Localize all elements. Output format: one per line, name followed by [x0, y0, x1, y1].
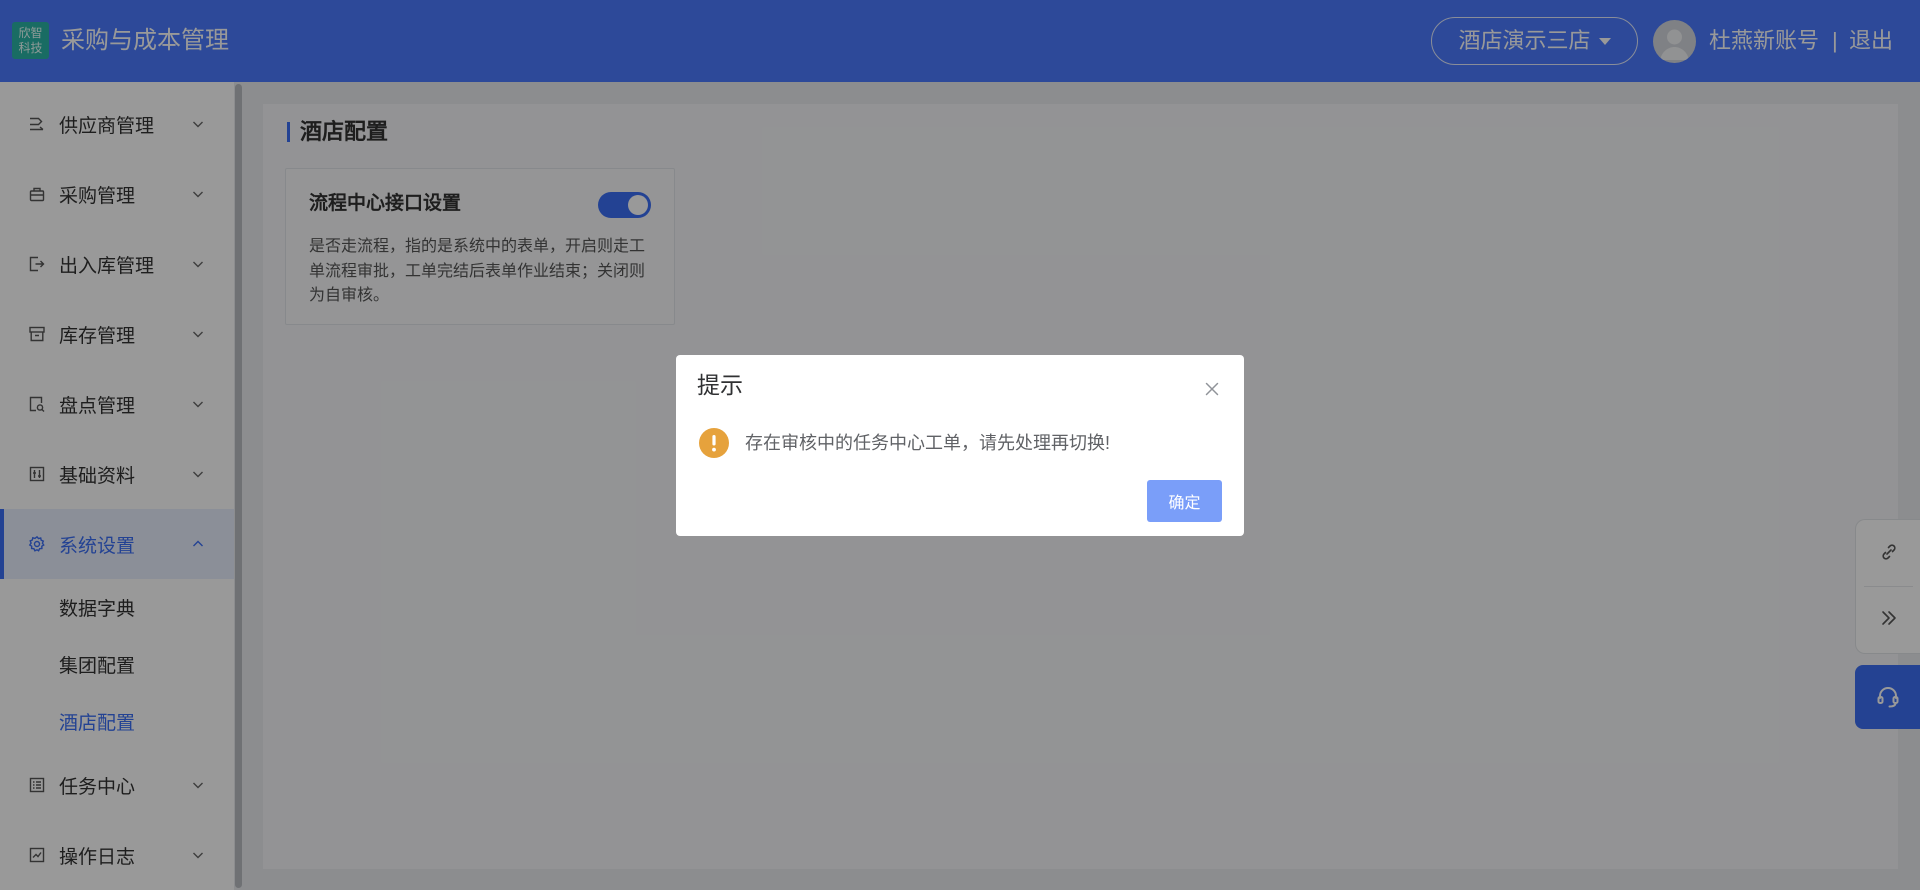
confirm-button[interactable]: 确定: [1147, 480, 1222, 522]
dialog-message: 存在审核中的任务中心工单，请先处理再切换!: [745, 433, 1110, 453]
alert-dialog: 提示 存在审核中的任务中心工单，请先处理再切换! 确定: [676, 355, 1244, 536]
dialog-title: 提示: [697, 372, 743, 398]
close-icon[interactable]: [1204, 381, 1220, 397]
warning-icon: [699, 428, 729, 458]
